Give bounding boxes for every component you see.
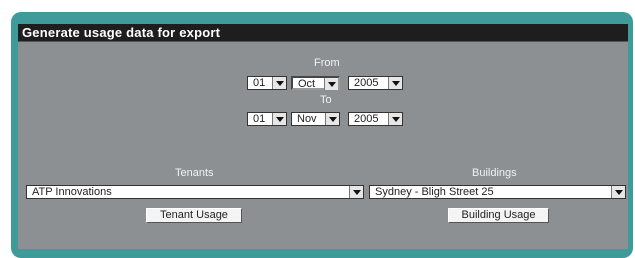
chevron-down-icon bbox=[324, 78, 338, 90]
panel-title: Generate usage data for export bbox=[22, 25, 221, 40]
to-year-select[interactable]: 2005 bbox=[348, 112, 403, 126]
building-usage-button[interactable]: Building Usage bbox=[448, 208, 549, 223]
chevron-down-icon bbox=[349, 186, 363, 198]
chevron-down-icon bbox=[272, 77, 286, 89]
to-month-select[interactable]: Nov bbox=[291, 112, 340, 126]
from-year-select[interactable]: 2005 bbox=[348, 76, 403, 90]
chevron-down-icon bbox=[388, 77, 402, 89]
chevron-down-icon bbox=[272, 113, 286, 125]
export-panel: Generate usage data for export From 01 O… bbox=[18, 24, 628, 249]
panel-titlebar: Generate usage data for export bbox=[18, 24, 628, 42]
from-month-value: Oct bbox=[298, 78, 316, 90]
building-selected-value: Sydney - Bligh Street 25 bbox=[375, 186, 494, 198]
from-month-select[interactable]: Oct bbox=[291, 76, 340, 90]
buildings-label: Buildings bbox=[472, 167, 517, 179]
from-label: From bbox=[314, 57, 340, 69]
to-year-value: 2005 bbox=[354, 113, 379, 125]
from-year-value: 2005 bbox=[354, 77, 379, 89]
tenant-usage-button[interactable]: Tenant Usage bbox=[146, 208, 242, 223]
from-day-value: 01 bbox=[253, 77, 266, 89]
chevron-down-icon bbox=[388, 113, 402, 125]
to-day-value: 01 bbox=[253, 113, 266, 125]
building-select[interactable]: Sydney - Bligh Street 25 bbox=[369, 185, 626, 199]
tenant-selected-value: ATP Innovations bbox=[32, 186, 112, 198]
tenant-select[interactable]: ATP Innovations bbox=[26, 185, 364, 199]
from-day-select[interactable]: 01 bbox=[247, 76, 287, 90]
to-month-value: Nov bbox=[297, 113, 317, 125]
chevron-down-icon bbox=[611, 186, 625, 198]
to-label: To bbox=[320, 94, 332, 106]
to-day-select[interactable]: 01 bbox=[247, 112, 287, 126]
tenants-label: Tenants bbox=[175, 167, 214, 179]
chevron-down-icon bbox=[325, 113, 339, 125]
